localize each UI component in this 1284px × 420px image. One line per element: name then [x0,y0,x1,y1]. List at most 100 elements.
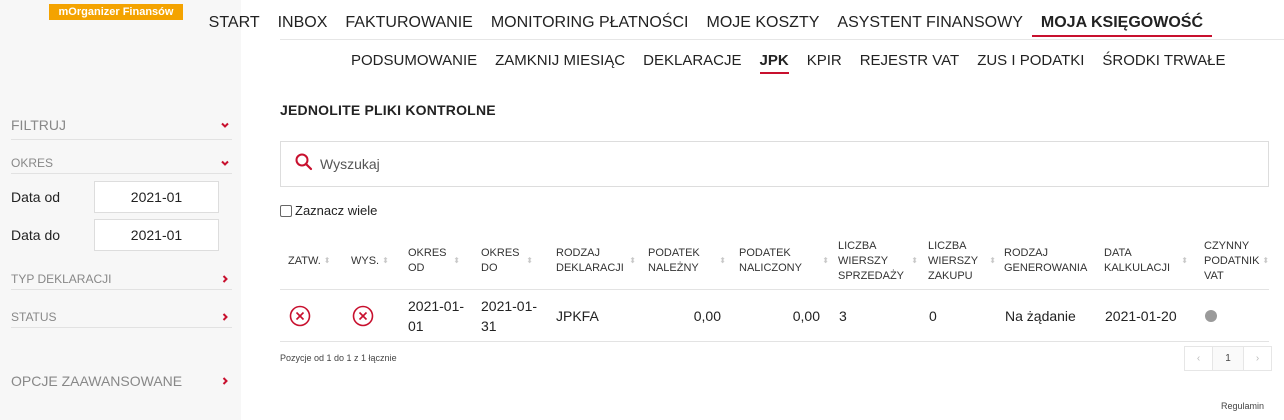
sort-icon: ⬍ [1262,256,1270,265]
page-title: JEDNOLITE PLIKI KONTROLNE [280,102,496,118]
subnav-zus-taxes[interactable]: ZUS I PODATKI [968,51,1093,77]
app-logo[interactable]: mOrganizer Finansów [49,4,183,20]
multi-select[interactable]: Zaznacz wiele [280,203,377,218]
decl-type-label: TYP DEKLARACJI [11,271,112,286]
regulamin-link[interactable]: Regulamin [1221,401,1264,411]
search-box[interactable] [280,141,1269,187]
col-rodzaj[interactable]: RODZAJ DEKLARACJI ⬍ [556,232,636,290]
x-circle-icon [352,305,374,327]
subnav-declarations[interactable]: DEKLARACJE [634,51,750,77]
advanced-options-label: OPCJE ZAAWANSOWANE [11,373,183,389]
pagination-info: Pozycje od 1 do 1 z 1 łącznie [280,353,397,363]
date-to-row: Data do 2021-01 [11,219,219,251]
date-to-label: Data do [11,227,61,243]
advanced-options-toggle[interactable]: OPCJE ZAAWANSOWANE [11,368,232,394]
sort-icon: ⬍ [629,256,636,265]
nav-my-accounting[interactable]: MOJA KSIĘGOWOŚĆ [1031,13,1212,37]
chevron-right-icon [218,374,232,388]
sort-icon: ⬍ [989,256,996,265]
prev-page-button[interactable]: ‹ [1184,346,1213,371]
search-icon [294,152,314,177]
col-kalkulacja-label: DATA KALKULACJI [1104,247,1171,274]
col-generowanie-label: RODZAJ GENEROWANIA [1004,247,1088,274]
chevron-down-icon [218,118,232,132]
col-zakup-label: LICZBA WIERSZY ZAKUPU [928,239,978,282]
search-input[interactable] [320,156,1220,172]
sub-nav: PODSUMOWANIE ZAMKNIJ MIESIĄC DEKLARACJE … [280,48,1284,78]
sort-icon: ⬍ [382,256,389,265]
subnav-summary[interactable]: PODSUMOWANIE [342,51,486,77]
sort-icon: ⬍ [719,256,726,265]
subnav-jpk-label: JPK [759,52,789,74]
filter-label: FILTRUJ [11,116,66,133]
col-nalezny[interactable]: PODATEK NALEŻNY ⬍ [648,232,726,290]
filter-toggle[interactable]: FILTRUJ [11,110,232,140]
cell-okres-do: 2021-01-31 [481,298,538,334]
status-dot-icon [1205,310,1217,322]
nav-start[interactable]: START [200,13,269,37]
cell-wys[interactable] [352,290,392,342]
nav-my-costs[interactable]: MOJE KOSZTY [697,13,828,37]
col-generowanie: RODZAJ GENEROWANIA [1004,232,1099,290]
col-naliczony-label: PODATEK NALICZONY [739,247,802,274]
table-header: ZATW. ⬍ WYS. ⬍ OKRES OD ⬍ OKRES DO ⬍ RODZAJ … [280,232,1269,290]
sort-icon: ⬍ [323,256,331,265]
subnav-vat-register[interactable]: REJESTR VAT [851,51,968,77]
sort-icon: ⬍ [526,256,533,265]
decl-type-toggle[interactable]: TYP DEKLARACJI [11,268,232,290]
sort-icon: ⬍ [453,256,460,265]
subnav-fixed-assets[interactable]: ŚRODKI TRWAŁE [1093,51,1234,77]
multi-select-label: Zaznacz wiele [295,203,378,218]
subnav-jpk[interactable]: JPK [751,51,798,77]
col-sprzedaz-label: LICZBA WIERSZY SPRZEDAŻY [838,239,905,282]
status-toggle[interactable]: STATUS [11,306,232,328]
col-naliczony[interactable]: PODATEK NALICZONY ⬍ [739,232,829,290]
cell-sprzedaz: 3 [839,308,847,324]
nav-inbox[interactable]: INBOX [269,13,337,37]
col-okres-do[interactable]: OKRES DO ⬍ [481,232,533,290]
col-zatw[interactable]: ZATW. ⬍ [288,232,348,290]
next-page-button[interactable]: › [1243,346,1272,371]
cell-zakup: 0 [929,308,937,324]
sort-icon: ⬍ [822,256,829,265]
page-1-button[interactable]: 1 [1213,346,1243,371]
date-from-input[interactable]: 2021-01 [94,181,219,213]
cell-nalezny: 0,00 [693,308,721,324]
chevron-right-icon [218,310,232,324]
col-zakup[interactable]: LICZBA WIERSZY ZAKUPU ⬍ [928,232,996,290]
col-okres-od-label: OKRES OD [408,247,447,274]
nav-invoicing[interactable]: FAKTUROWANIE [336,13,481,37]
col-wys-label: WYS. [351,254,380,267]
col-zatw-label: ZATW. [288,254,321,267]
nav-payment-monitoring[interactable]: MONITORING PŁATNOŚCI [482,13,698,37]
sort-icon: ⬍ [1181,256,1188,265]
col-rodzaj-label: RODZAJ DEKLARACJI [556,247,624,274]
col-czynny[interactable]: CZYNNY PODATNIK VAT ⬍ [1204,232,1270,290]
cell-naliczony: 0,00 [792,308,820,324]
subnav-close-month[interactable]: ZAMKNIJ MIESIĄC [486,51,634,77]
cell-kalkulacja: 2021-01-20 [1105,308,1177,324]
subnav-kpir[interactable]: KPIR [798,51,851,77]
pagination: ‹ 1 › [1184,346,1272,371]
date-to-input[interactable]: 2021-01 [94,219,219,251]
multi-select-checkbox[interactable] [280,204,292,217]
chevron-right-icon [218,272,232,286]
col-sprzedaz[interactable]: LICZBA WIERSZY SPRZEDAŻY ⬍ [838,232,918,290]
status-label: STATUS [11,309,57,324]
cell-rodzaj: JPKFA [556,308,599,324]
col-okres-od[interactable]: OKRES OD ⬍ [408,232,460,290]
chevron-down-icon [218,156,232,170]
nav-financial-assistant[interactable]: ASYSTENT FINANSOWY [828,13,1032,37]
col-wys[interactable]: WYS. ⬍ [351,232,409,290]
period-section-toggle[interactable]: OKRES [11,152,232,174]
cell-czynny [1205,290,1245,342]
date-from-row: Data od 2021-01 [11,181,219,213]
sort-icon: ⬍ [911,256,918,265]
cell-generowanie: Na żądanie [1005,308,1076,324]
cell-zatw[interactable] [289,290,329,342]
table-row[interactable]: 2021-01-01 2021-01-31 JPKFA 0,00 0,00 3 … [280,290,1269,342]
main-nav: START INBOX FAKTUROWANIE MONITORING PŁAT… [209,0,1284,40]
cell-okres-od: 2021-01-01 [408,298,465,334]
col-kalkulacja[interactable]: DATA KALKULACJI ⬍ [1104,232,1188,290]
col-okres-do-label: OKRES DO [481,247,520,274]
